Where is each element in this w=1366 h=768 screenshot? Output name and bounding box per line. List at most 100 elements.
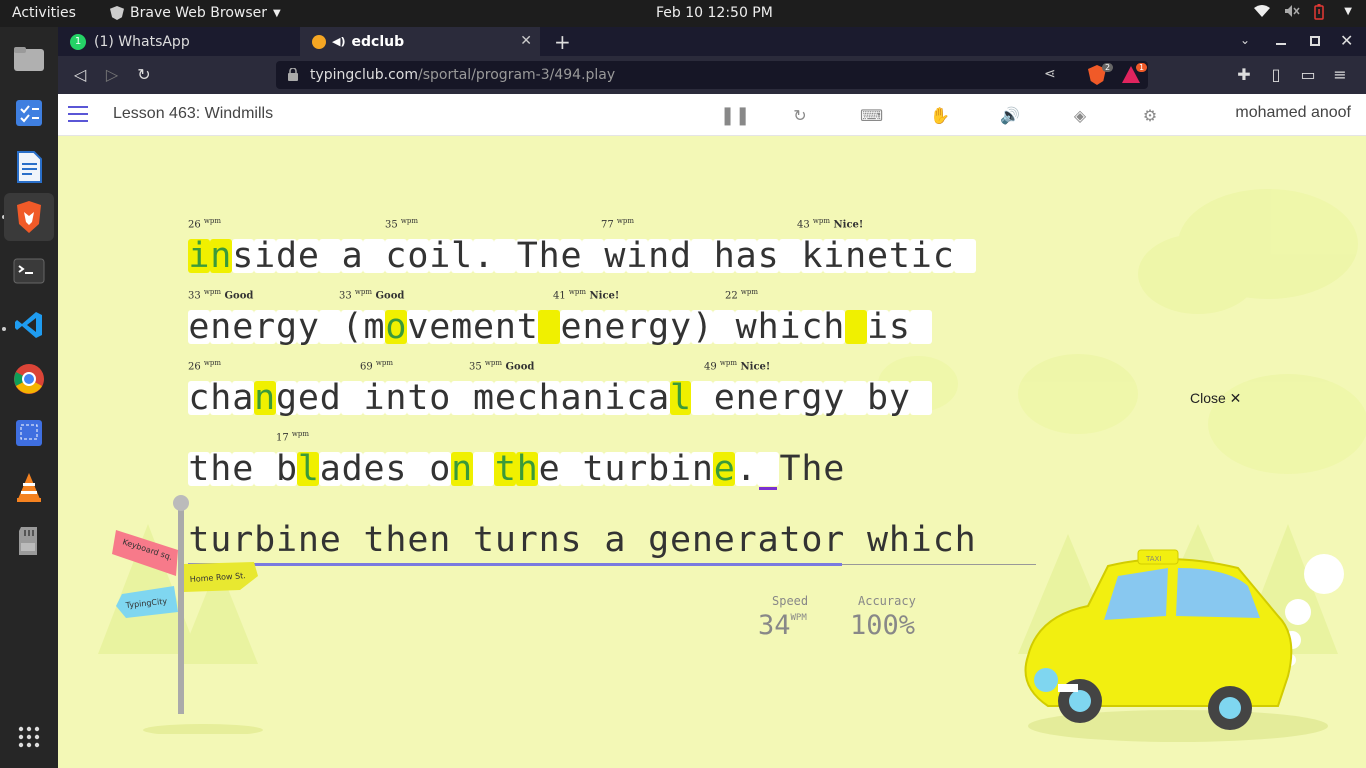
typing-char: n: [691, 449, 714, 489]
wallet-icon[interactable]: ▭: [1298, 65, 1318, 85]
typing-space: [757, 452, 780, 490]
typing-char: a: [319, 449, 342, 489]
screenshot-icon[interactable]: [9, 413, 49, 453]
settings-gear-icon[interactable]: ⚙: [1140, 106, 1160, 126]
typing-char: g: [647, 307, 670, 347]
menu-icon[interactable]: ≡: [1330, 65, 1350, 85]
typing-space: [472, 452, 495, 486]
typing-char: h: [954, 520, 976, 560]
wifi-icon: [1254, 4, 1271, 18]
typing-space: [845, 523, 867, 557]
app-menu[interactable]: Brave Web Browser ▼: [110, 5, 281, 21]
hand-icon[interactable]: ✋: [930, 106, 950, 126]
typing-char: i: [275, 520, 298, 560]
typing-char: i: [603, 378, 626, 418]
typing-char: e: [538, 449, 561, 489]
reload-icon[interactable]: ↻: [134, 65, 154, 85]
address-bar[interactable]: typingclub.com/sportal/program-3/494.pla…: [276, 61, 1148, 89]
typing-char: n: [450, 449, 473, 489]
typing-char: n: [209, 307, 232, 347]
close-window-icon[interactable]: ✕: [1340, 31, 1353, 50]
accuracy-value: 100%: [850, 610, 916, 641]
typing-char: c: [800, 307, 823, 347]
minimize-icon[interactable]: [1276, 43, 1286, 45]
sidebar-icon[interactable]: ▯: [1266, 65, 1286, 85]
typing-char: k: [800, 236, 823, 276]
todo-icon[interactable]: [9, 93, 49, 133]
typing-char: u: [603, 449, 626, 489]
clock[interactable]: Feb 10 12:50 PM: [656, 5, 773, 21]
paint-bucket-icon[interactable]: ◈: [1070, 106, 1090, 126]
close-button[interactable]: Close ✕: [1190, 390, 1241, 407]
typing-line-2: energy (m o v e m e n t e n e r g y) which is: [188, 307, 933, 347]
tab-edclub[interactable]: ◀) edclub ✕: [300, 27, 540, 56]
typing-char: w: [735, 307, 758, 347]
typing-char: t: [779, 520, 801, 560]
username[interactable]: mohamed anoof: [1235, 104, 1351, 122]
typing-char: r: [253, 307, 276, 347]
typing-char: .: [472, 236, 495, 276]
typing-char: s: [560, 520, 582, 560]
typing-char: t: [582, 449, 604, 489]
extensions-icon[interactable]: ✚: [1234, 65, 1254, 85]
hamburger-menu-icon[interactable]: [68, 106, 88, 122]
keyboard-icon[interactable]: ⌨: [860, 106, 883, 126]
sound-icon[interactable]: 🔊: [1000, 106, 1020, 126]
pause-icon[interactable]: ❚❚: [720, 106, 750, 126]
lesson-title: Lesson 463: Windmills: [113, 105, 274, 122]
back-icon[interactable]: ◁: [70, 65, 90, 85]
typing-char: e: [231, 307, 254, 347]
typing-char: g: [275, 378, 298, 418]
dock: [0, 27, 58, 768]
typing-char: e: [670, 520, 692, 560]
new-tab-icon[interactable]: +: [554, 30, 571, 54]
show-applications-icon[interactable]: [9, 717, 49, 757]
typing-space: [363, 239, 386, 273]
vlc-icon[interactable]: [9, 467, 49, 507]
typing-char: r: [823, 520, 845, 560]
typing-char: b: [275, 449, 298, 489]
tab-label: (1) WhatsApp: [94, 33, 190, 50]
vscode-icon[interactable]: [9, 305, 49, 345]
chrome-icon[interactable]: [9, 359, 49, 399]
brave-browser-icon[interactable]: [4, 193, 54, 241]
typing-char: .: [735, 449, 758, 489]
tab-search-chevron-icon[interactable]: ⌄: [1240, 33, 1250, 47]
libreoffice-writer-icon[interactable]: [9, 147, 49, 187]
typing-char: r: [516, 520, 538, 560]
wpm-label: 35 wpm: [385, 217, 419, 231]
wpm-label: 17 wpm: [276, 430, 310, 444]
typing-char: t: [516, 307, 539, 347]
taxi-sign: TAXI: [1145, 555, 1161, 563]
typing-char: h: [757, 307, 780, 347]
typing-char: n: [253, 378, 276, 418]
typing-char: a: [757, 520, 779, 560]
share-icon[interactable]: ⋖: [1044, 66, 1056, 82]
typing-char: i: [910, 236, 933, 276]
typing-char: l: [450, 236, 473, 276]
sd-card-icon[interactable]: [9, 521, 49, 561]
typing-char: n: [297, 520, 319, 560]
forward-icon[interactable]: ▷: [102, 65, 122, 85]
browser-window: 1 (1) WhatsApp ◀) edclub ✕ + ⌄ ✕ ◁ ▷ ↻ t…: [58, 27, 1366, 768]
typing-char: u: [494, 520, 516, 560]
typing-space: [626, 523, 648, 557]
restart-icon[interactable]: ↻: [790, 106, 810, 126]
typing-char: i: [866, 307, 889, 347]
typing-char: r: [779, 378, 801, 418]
shields-count-badge: 2: [1102, 63, 1114, 72]
maximize-icon[interactable]: [1310, 36, 1320, 46]
running-indicator-2: [2, 327, 6, 331]
terminal-icon[interactable]: [9, 251, 49, 291]
system-tray[interactable]: ▼: [1254, 4, 1352, 20]
typing-char: e: [713, 378, 736, 418]
typing-char: m: [450, 307, 473, 347]
tab-whatsapp[interactable]: 1 (1) WhatsApp: [58, 27, 300, 56]
speed-label: Speed: [772, 594, 809, 608]
typing-line-4: the blades on the turbine. The: [188, 449, 845, 490]
activities-button[interactable]: Activities: [12, 5, 76, 21]
files-icon[interactable]: [9, 39, 49, 79]
signpost: Keyboard sq. Home Row St. TypingCity: [112, 495, 263, 734]
typing-line-3: changed into mechanical energy by: [188, 378, 933, 418]
tab-close-icon[interactable]: ✕: [520, 33, 532, 49]
